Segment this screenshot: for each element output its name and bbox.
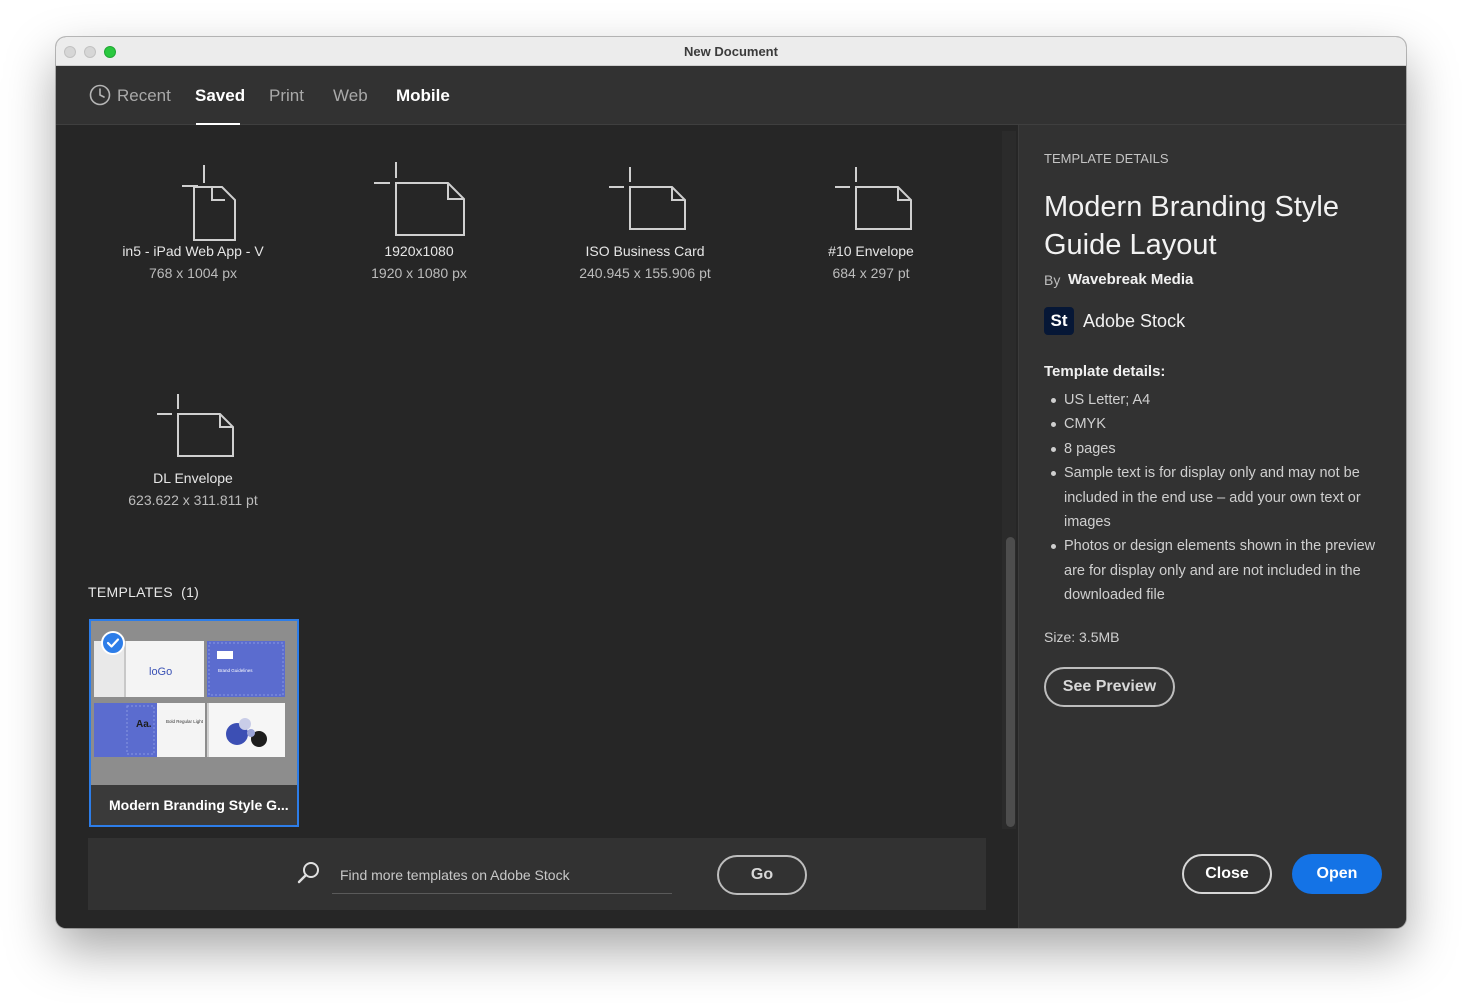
preset-size: 240.945 x 155.906 pt — [579, 265, 711, 281]
tab-recent[interactable]: Recent — [117, 86, 171, 106]
author-name: Wavebreak Media — [1068, 271, 1194, 288]
close-button[interactable]: Close — [1182, 854, 1272, 894]
see-preview-button[interactable]: See Preview — [1044, 667, 1175, 707]
selected-check-icon — [101, 631, 125, 655]
presets-pane: in5 - iPad Web App - V 768 x 1004 px 192… — [56, 125, 1018, 928]
tab-mobile[interactable]: Mobile — [396, 86, 450, 106]
window-title: New Document — [684, 44, 778, 59]
list-item: US Letter; A4 — [1044, 388, 1384, 412]
list-item: CMYK — [1044, 412, 1384, 436]
go-button[interactable]: Go — [717, 855, 807, 895]
template-details-pane: TEMPLATE DETAILS Modern Branding Style G… — [1018, 125, 1406, 928]
templates-heading-label: TEMPLATES — [88, 584, 173, 600]
thumb-brand-text: Brand Guidelines — [218, 668, 253, 673]
preset-size: 1920 x 1080 px — [371, 265, 467, 281]
preset-size: 768 x 1004 px — [149, 265, 237, 281]
preset-name: in5 - iPad Web App - V — [122, 243, 264, 259]
preset-item[interactable]: #10 Envelope 684 x 297 pt — [766, 145, 976, 281]
thumb-weights-text: Bold Regular Light — [166, 719, 204, 724]
by-label: By — [1044, 272, 1061, 288]
preset-item[interactable]: in5 - iPad Web App - V 768 x 1004 px — [88, 145, 298, 281]
list-item: 8 pages — [1044, 437, 1384, 461]
preset-name: ISO Business Card — [585, 243, 705, 259]
landscape-document-icon — [374, 162, 465, 236]
template-title: Modern Branding Style Guide Layout — [1044, 191, 1339, 261]
title-bar: New Document — [56, 37, 1406, 66]
new-document-window: New Document Recent Saved Print Web Mobi… — [56, 37, 1406, 928]
template-details-heading: Template details: — [1044, 363, 1166, 380]
landscape-document-icon — [157, 394, 234, 457]
source-label: Adobe Stock — [1083, 311, 1186, 331]
preset-item[interactable]: ISO Business Card 240.945 x 155.906 pt — [540, 145, 750, 281]
preset-name: 1920x1080 — [384, 243, 454, 259]
templates-heading: TEMPLATES (1) — [88, 584, 199, 600]
preset-name: #10 Envelope — [828, 243, 914, 259]
preset-name: DL Envelope — [153, 470, 233, 486]
preset-size: 684 x 297 pt — [832, 265, 910, 281]
tab-saved[interactable]: Saved — [195, 86, 245, 106]
open-button[interactable]: Open — [1292, 854, 1382, 894]
landscape-document-icon — [609, 167, 686, 230]
file-size-label: Size: 3.5MB — [1044, 629, 1120, 645]
preset-item[interactable]: DL Envelope 623.622 x 311.811 pt — [88, 372, 298, 508]
template-details-list: US Letter; A4 CMYK 8 pages Sample text i… — [1044, 388, 1384, 608]
clock-icon — [89, 84, 111, 106]
details-section-heading: TEMPLATE DETAILS — [1044, 151, 1169, 166]
template-card[interactable]: loGo Brand Guidelines Aa. Bold Regular L… — [89, 619, 299, 827]
tab-print[interactable]: Print — [269, 86, 304, 106]
stock-search-bar: Find more templates on Adobe Stock Go — [88, 838, 986, 910]
scrollbar-thumb[interactable] — [1006, 537, 1015, 827]
list-item: Sample text is for display only and may … — [1044, 461, 1384, 534]
search-icon — [297, 862, 319, 884]
thumb-logo-text: loGo — [149, 666, 172, 678]
template-thumbnail: loGo Brand Guidelines Aa. Bold Regular L… — [91, 621, 297, 785]
search-input[interactable]: Find more templates on Adobe Stock — [332, 862, 672, 894]
list-item: Photos or design elements shown in the p… — [1044, 534, 1384, 607]
tab-web[interactable]: Web — [333, 86, 368, 106]
templates-count: (1) — [181, 584, 200, 600]
portrait-document-icon — [182, 165, 236, 241]
tab-bar: Recent Saved Print Web Mobile — [56, 66, 1406, 125]
adobe-stock-logo-icon: St — [1044, 307, 1074, 335]
thumb-aa-text: Aa. — [136, 719, 152, 730]
template-caption: Modern Branding Style G... — [91, 785, 297, 825]
landscape-document-icon — [835, 167, 912, 230]
preset-item[interactable]: 1920x1080 1920 x 1080 px — [314, 145, 524, 281]
preset-size: 623.622 x 311.811 pt — [128, 492, 258, 508]
